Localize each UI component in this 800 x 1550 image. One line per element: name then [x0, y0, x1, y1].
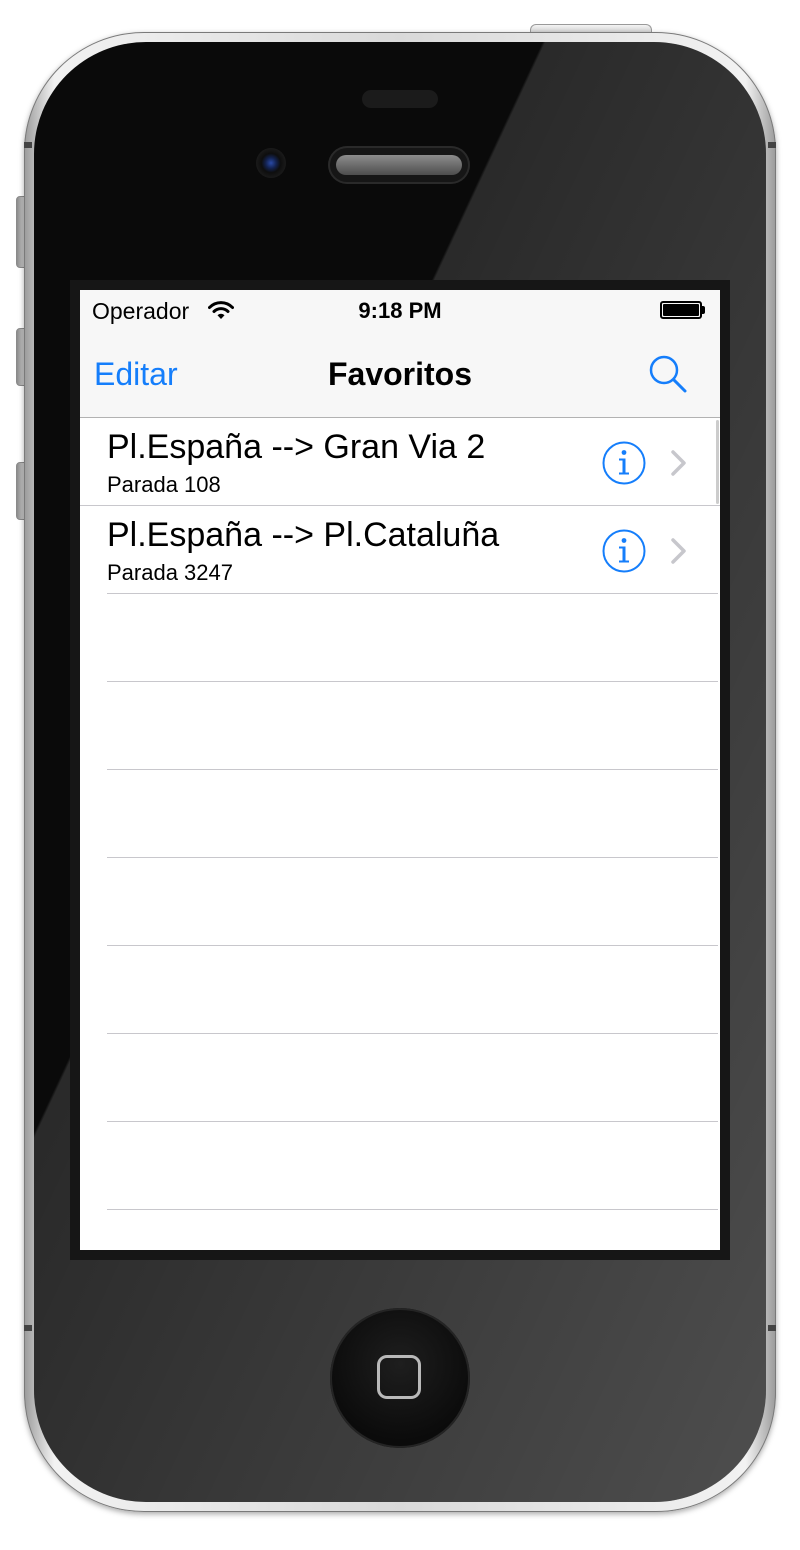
earpiece-grill: [336, 155, 462, 175]
empty-row: [80, 858, 720, 946]
empty-row: [80, 594, 720, 682]
favorite-row[interactable]: Pl.España --> Pl.Cataluña Parada 3247: [80, 506, 720, 594]
favorite-route-title: Pl.España --> Pl.Cataluña: [107, 516, 500, 554]
home-square-icon: [377, 1355, 421, 1399]
favorite-stop-subtitle: Parada 108: [107, 472, 221, 497]
scroll-indicator[interactable]: [716, 420, 719, 504]
chevron-right-icon: [671, 538, 686, 564]
empty-row: [80, 1122, 720, 1210]
status-bar: Operador 9:18 PM: [80, 290, 720, 330]
antenna-band: [24, 1325, 32, 1331]
edit-button[interactable]: Editar: [94, 356, 178, 393]
screen: Operador 9:18 PM Editar Favoritos Pl.Esp…: [80, 290, 720, 1250]
antenna-band: [768, 142, 776, 148]
search-icon[interactable]: [646, 352, 690, 396]
clock-time: 9:18 PM: [358, 298, 442, 323]
empty-row: [80, 1034, 720, 1122]
battery-fill: [663, 304, 699, 316]
empty-row: [80, 770, 720, 858]
info-icon[interactable]: [602, 441, 646, 485]
empty-row: [80, 946, 720, 1034]
battery-tip: [702, 306, 705, 314]
proximity-sensor: [362, 90, 438, 108]
front-camera: [256, 148, 286, 178]
row-separator: [107, 1209, 718, 1210]
favorite-stop-subtitle: Parada 3247: [107, 560, 233, 585]
antenna-band: [24, 142, 32, 148]
empty-row: [80, 682, 720, 770]
favorite-row[interactable]: Pl.España --> Gran Via 2 Parada 108: [80, 418, 720, 506]
chevron-right-icon: [671, 450, 686, 476]
favorites-table[interactable]: Pl.España --> Gran Via 2 Parada 108 Pl.E…: [80, 418, 720, 1250]
antenna-band: [768, 1325, 776, 1331]
battery-full-icon: [660, 301, 705, 319]
favorite-route-title: Pl.España --> Gran Via 2: [107, 428, 486, 466]
info-icon[interactable]: [602, 529, 646, 573]
navigation-bar: Editar Favoritos: [80, 330, 720, 418]
